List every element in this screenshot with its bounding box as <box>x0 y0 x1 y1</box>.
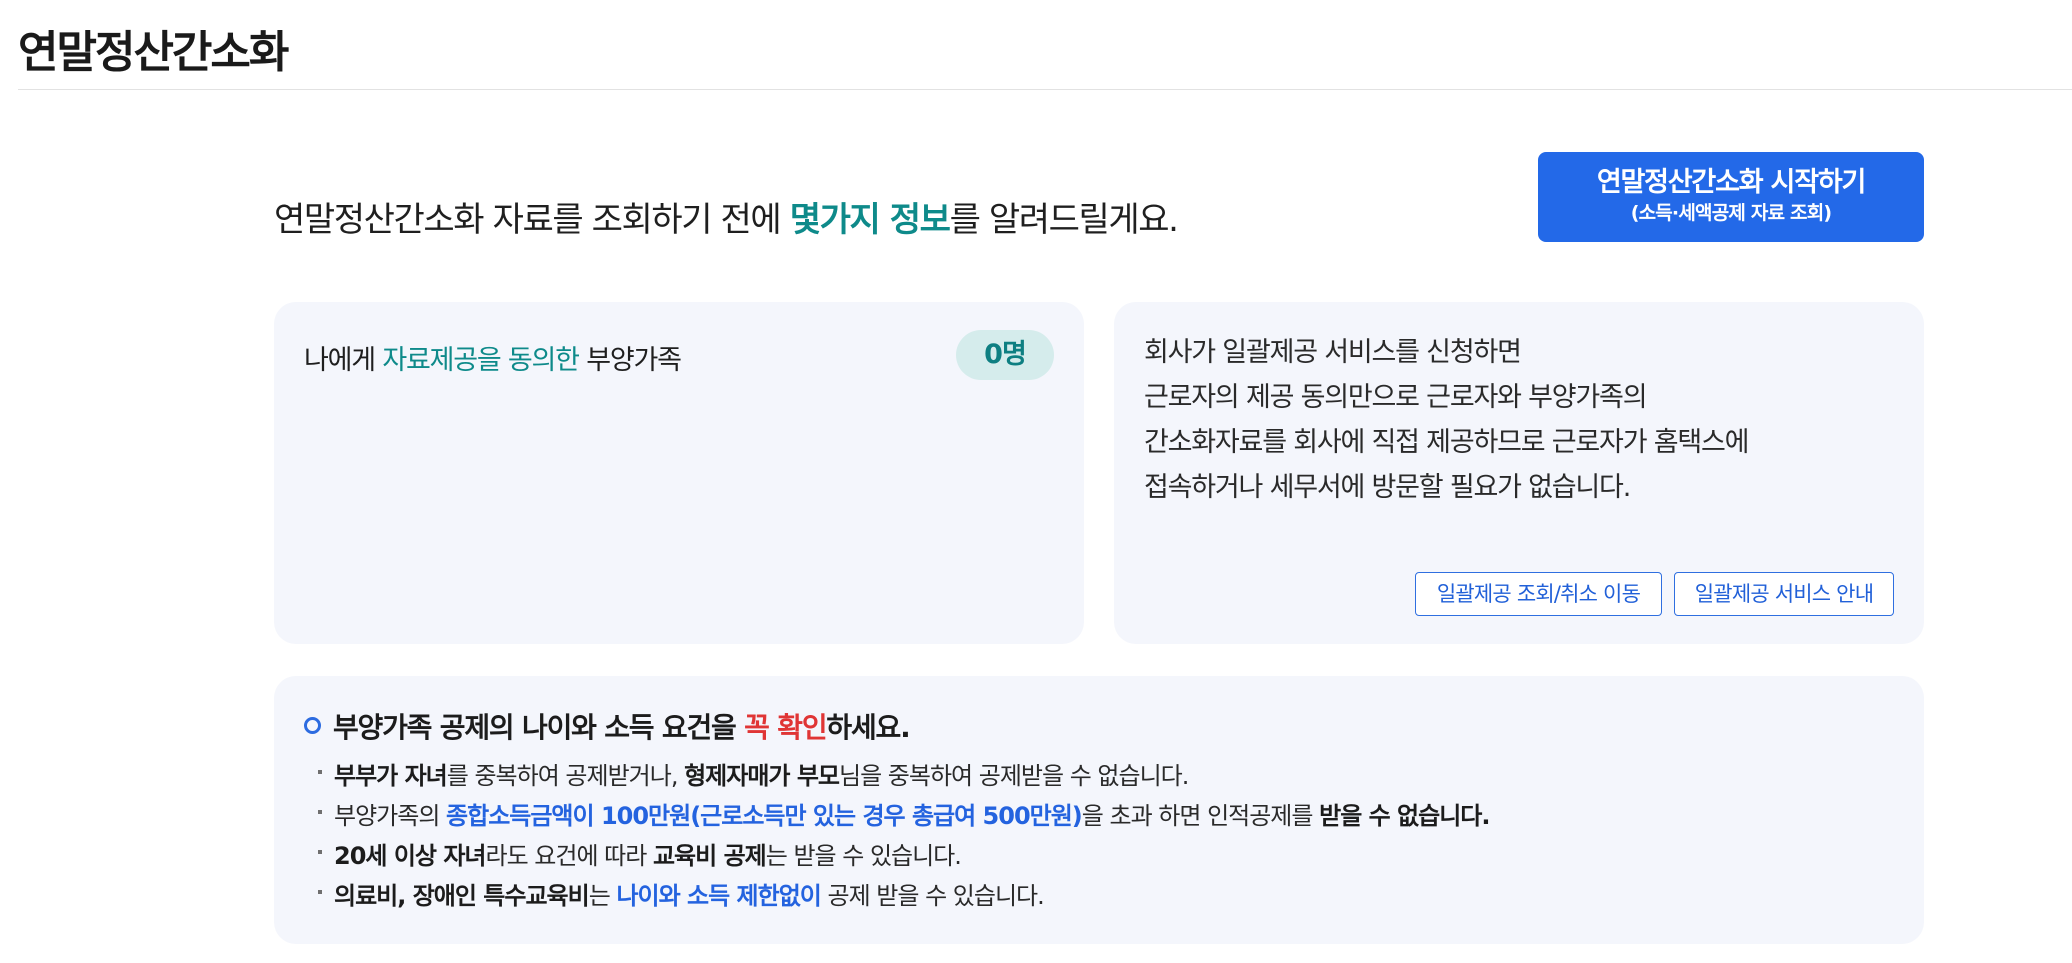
consent-dependents-card: 나에게 자료제공을 동의한 부양가족 0명 <box>274 302 1084 644</box>
list-item: 20세 이상 자녀라도 요건에 따라 교육비 공제는 받을 수 있습니다. <box>318 836 1490 876</box>
start-button-sublabel: (소득·세액공제 자료 조회) <box>1630 202 1832 224</box>
list-item-text: 를 중복하여 공제받거나, <box>446 762 685 790</box>
start-button-label: 연말정산간소화 시작하기 <box>1596 167 1866 198</box>
list-item: 부부가 자녀를 중복하여 공제받거나, 형제자매가 부모님을 중복하여 공제받을… <box>318 756 1490 796</box>
list-item-text: 받을 수 없습니다. <box>1319 802 1490 830</box>
list-item-text: 는 받을 수 있습니다. <box>765 842 962 870</box>
consent-label-before: 나에게 <box>304 345 383 376</box>
list-item-text: 교육비 공제 <box>652 842 767 870</box>
list-item-text: 나이와 소득 제한없이 <box>616 882 821 910</box>
requirements-heading: 부양가족 공제의 나이와 소득 요건을 꼭 확인하세요. <box>304 706 911 746</box>
intro-text: 연말정산간소화 자료를 조회하기 전에 몇가지 정보를 알려드릴게요. <box>274 192 1179 241</box>
consent-label-highlight: 자료제공을 동의한 <box>382 345 580 376</box>
intro-text-after: 를 알려드릴게요. <box>949 200 1179 240</box>
bulk-service-guide-button[interactable]: 일괄제공 서비스 안내 <box>1674 572 1894 616</box>
page-title: 연말정산간소화 <box>18 27 289 78</box>
list-item-text: 는 <box>588 882 617 910</box>
description-line: 접속하거나 세무서에 방문할 필요가 없습니다. <box>1144 472 1631 503</box>
list-item-text: 종합소득금액이 100만원(근로소득만 있는 경우 총급여 500만원) <box>446 802 1083 830</box>
description-line: 근로자의 제공 동의만으로 근로자와 부양가족의 <box>1144 382 1648 413</box>
requirements-heading-before: 부양가족 공제의 나이와 소득 요건을 <box>333 711 745 744</box>
bulk-provision-card: 회사가 일괄제공 서비스를 신청하면 근로자의 제공 동의만으로 근로자와 부양… <box>1114 302 1924 644</box>
start-simplified-service-button[interactable]: 연말정산간소화 시작하기 (소득·세액공제 자료 조회) <box>1538 152 1924 242</box>
page: 연말정산간소화 연말정산간소화 자료를 조회하기 전에 몇가지 정보를 알려드릴… <box>0 0 2072 963</box>
list-item-text: 부부가 자녀 <box>334 762 448 790</box>
consent-label-after: 부양가족 <box>578 345 682 376</box>
title-divider <box>18 89 2072 90</box>
list-item-text: 형제자매가 부모 <box>684 762 840 790</box>
bulk-lookup-cancel-button[interactable]: 일괄제공 조회/취소 이동 <box>1415 572 1662 616</box>
list-item-text: 부양가족의 <box>334 802 447 830</box>
list-item-text: 라도 요건에 따라 <box>485 842 653 870</box>
consent-count-badge: 0명 <box>956 330 1054 380</box>
list-item-text: 20세 이상 자녀 <box>334 842 487 870</box>
list-item: 부양가족의 종합소득금액이 100만원(근로소득만 있는 경우 총급여 500만… <box>318 796 1491 836</box>
dependent-requirements-card: 부양가족 공제의 나이와 소득 요건을 꼭 확인하세요. 부부가 자녀를 중복하… <box>274 676 1924 944</box>
requirements-heading-highlight: 꼭 확인 <box>744 711 827 744</box>
circle-bullet-icon <box>304 717 321 734</box>
list-item-text: 공제 받을 수 있습니다. <box>820 882 1045 910</box>
list-item-text: 님을 중복하여 공제받을 수 없습니다. <box>839 762 1189 790</box>
requirements-list: 부부가 자녀를 중복하여 공제받거나, 형제자매가 부모님을 중복하여 공제받을… <box>318 756 1491 916</box>
list-item-text: 을 초과 하면 인적공제를 <box>1081 802 1320 830</box>
description-line: 간소화자료를 회사에 직접 제공하므로 근로자가 홈택스에 <box>1144 427 1749 458</box>
list-item-text: 의료비, 장애인 특수교육비 <box>334 882 590 910</box>
intro-text-highlight: 몇가지 정보 <box>789 200 951 240</box>
description-line: 회사가 일괄제공 서비스를 신청하면 <box>1144 337 1522 368</box>
intro-text-before: 연말정산간소화 자료를 조회하기 전에 <box>274 200 790 240</box>
consent-dependents-label: 나에게 자료제공을 동의한 부양가족 <box>304 338 682 377</box>
list-item: 의료비, 장애인 특수교육비는 나이와 소득 제한없이 공제 받을 수 있습니다… <box>318 876 1490 916</box>
requirements-heading-after: 하세요. <box>826 711 910 744</box>
bulk-provision-description: 회사가 일괄제공 서비스를 신청하면 근로자의 제공 동의만으로 근로자와 부양… <box>1144 330 1749 510</box>
